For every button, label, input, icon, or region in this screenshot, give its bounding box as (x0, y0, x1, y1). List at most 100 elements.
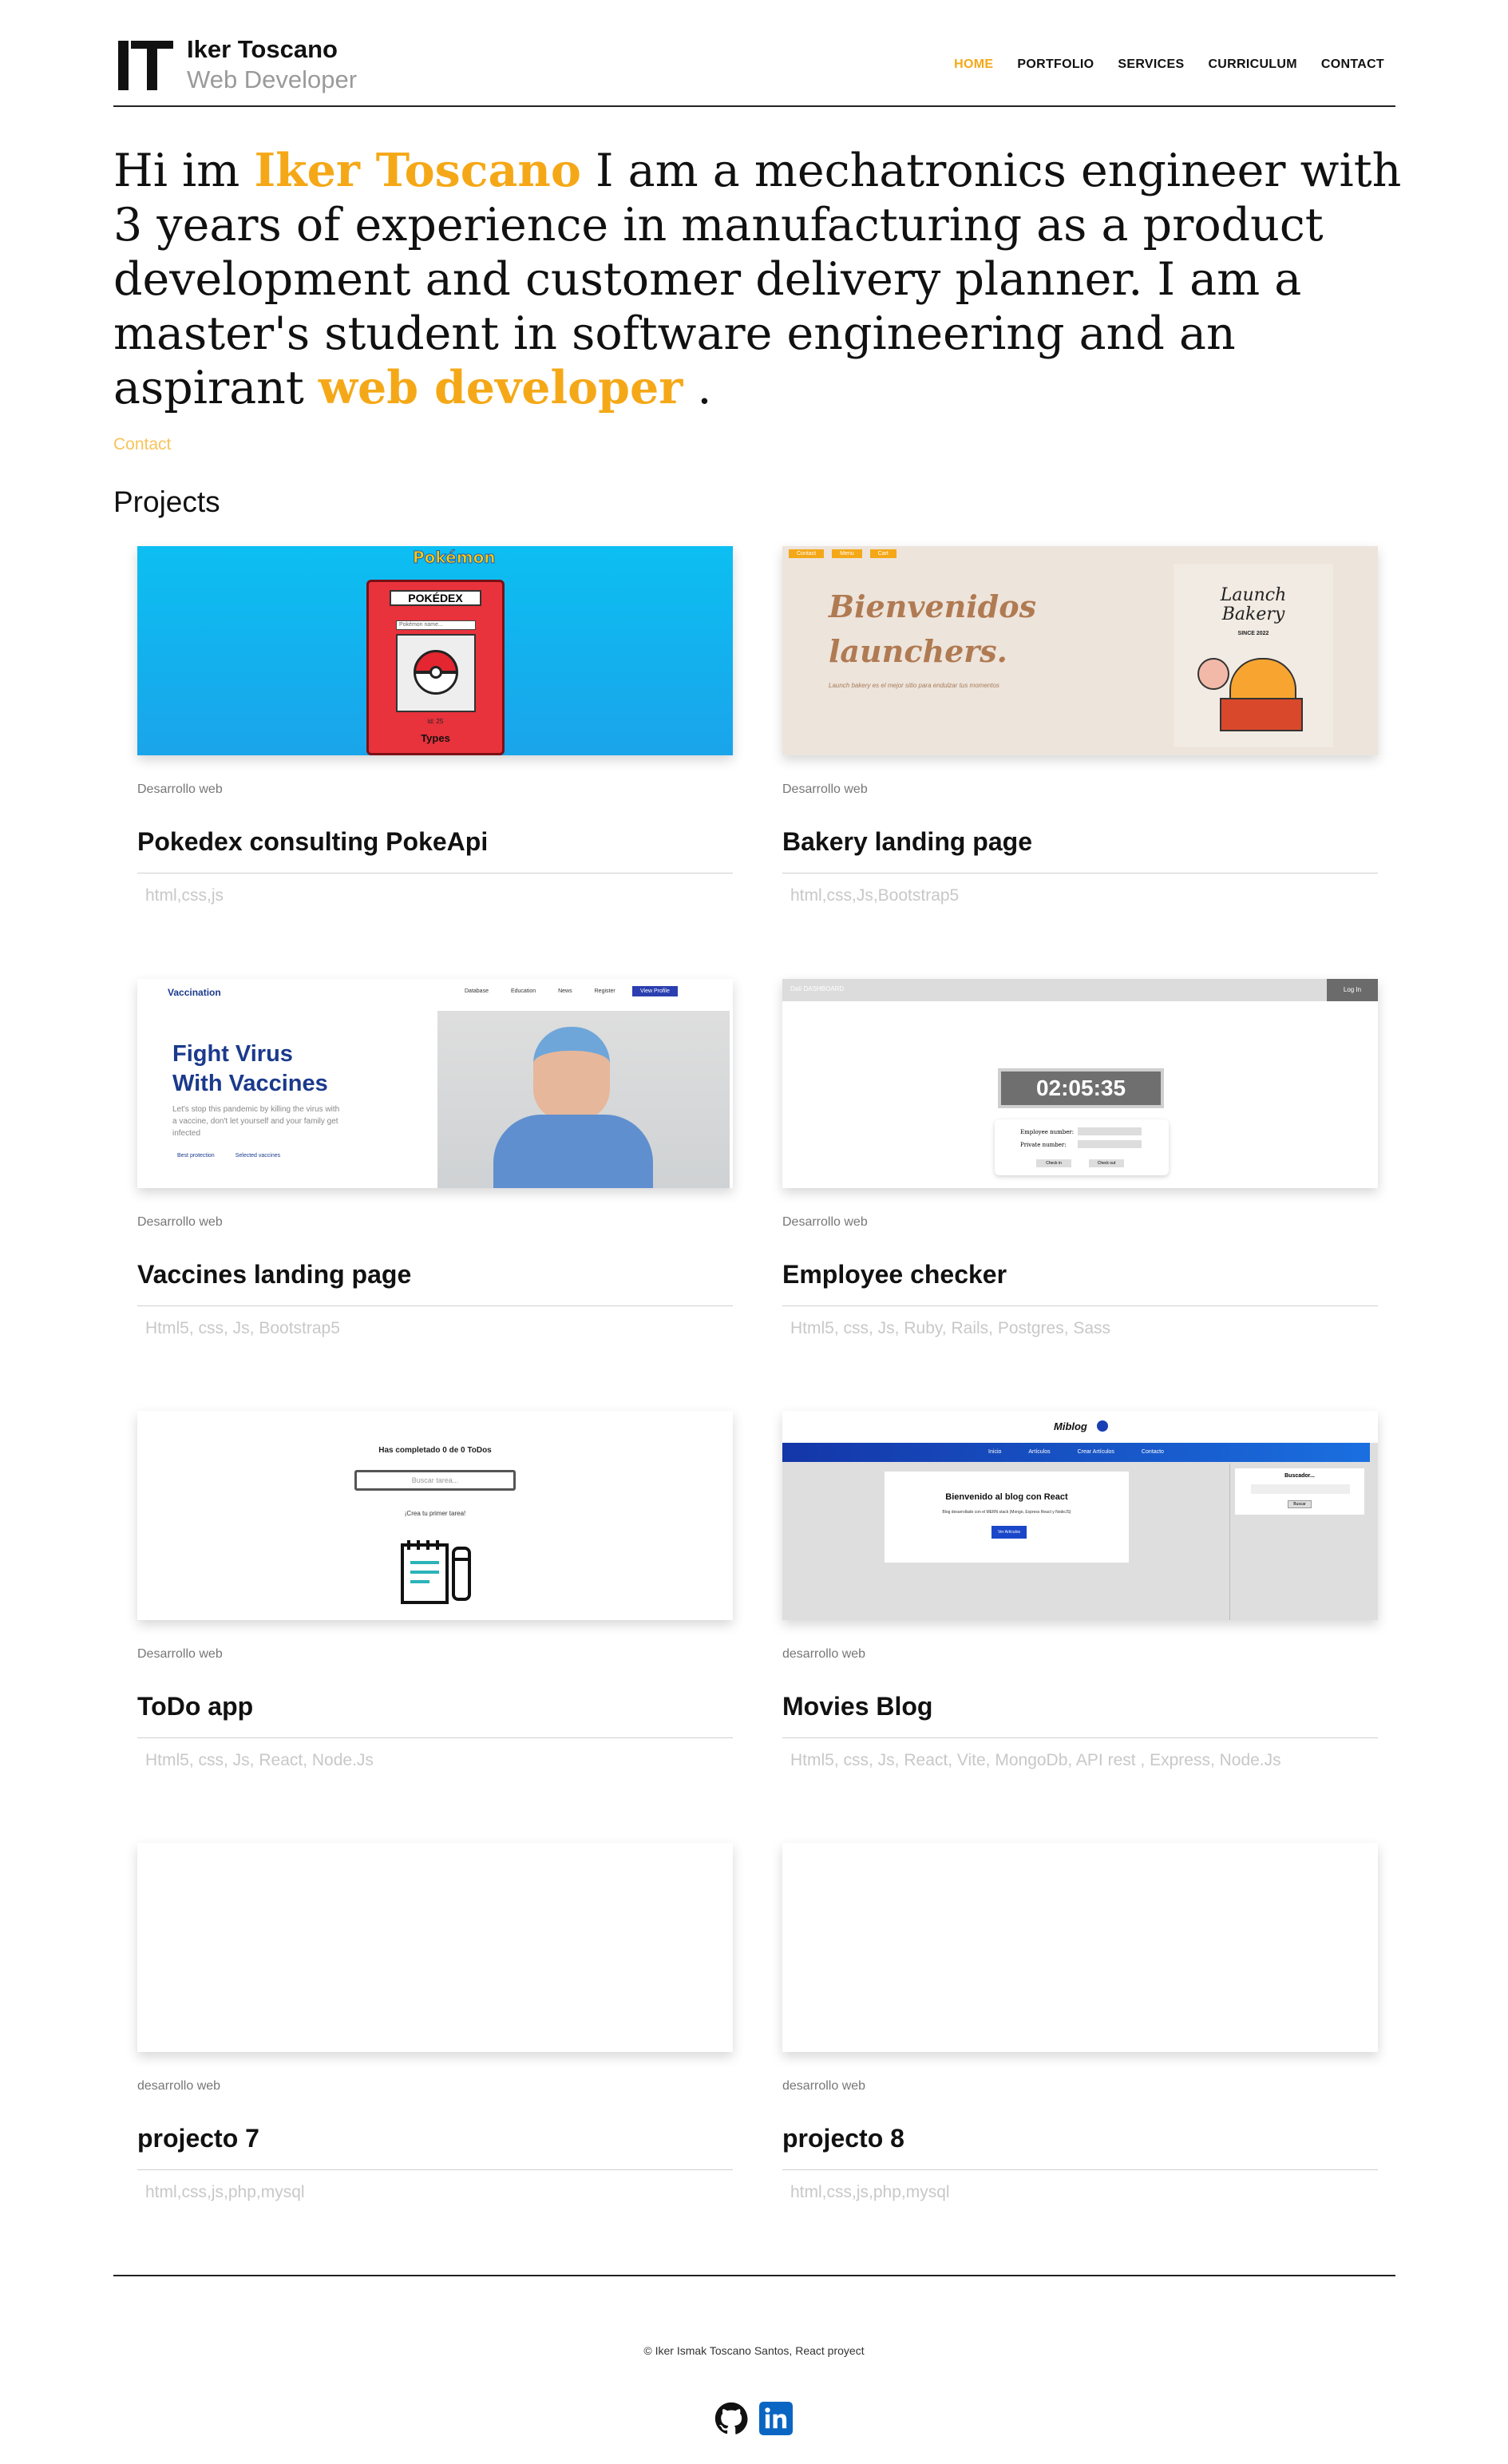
project-title[interactable]: projecto 8 (782, 2124, 1378, 2170)
blog-header: Miblog (782, 1411, 1378, 1443)
project-thumbnail-blog[interactable]: Miblog Inicio Artículos Crear Artículos … (782, 1411, 1378, 1620)
pokedex-title: POKÉDEX (390, 590, 481, 606)
logo-role: Web Developer (187, 65, 358, 93)
project-category: desarrollo web (137, 2079, 221, 2093)
social-links (714, 2402, 793, 2435)
bakery-since: SINCE 2022 (1237, 631, 1269, 636)
github-icon[interactable] (714, 2402, 748, 2435)
blog-brand: Miblog (1054, 1420, 1087, 1432)
project-thumbnail-todo[interactable]: Has completado 0 de 0 ToDos Buscar tarea… (137, 1411, 733, 1620)
cake-box-icon (1220, 698, 1303, 731)
vaccine-nav-item[interactable]: Education (511, 988, 536, 994)
project-thumbnail-bakery[interactable]: Contact Menu Cart Bienvenidos launchers.… (782, 546, 1378, 755)
project-tags: Html5, css, Js, React, Node.Js (145, 1751, 374, 1769)
doctor-body (493, 1115, 653, 1188)
blog-hero: Bienvenido al blog con React Blog desarr… (885, 1472, 1129, 1563)
bakery-heading: Bienvenidos launchers. (829, 588, 1036, 669)
blog-nav-item[interactable]: Artículos (1028, 1443, 1050, 1462)
project-title[interactable]: Bakery landing page (782, 827, 1378, 873)
pokedex-types: Types (421, 732, 450, 744)
project-tags: Html5, css, Js, Ruby, Rails, Postgres, S… (790, 1319, 1111, 1337)
pokedex-stats: id: 25 (427, 718, 444, 725)
private-number-input[interactable] (1078, 1140, 1142, 1148)
blog-nav-item[interactable]: Contacto (1142, 1443, 1164, 1462)
project-card: Contact Menu Cart Bienvenidos launchers.… (782, 546, 1378, 905)
vaccine-nav-item[interactable]: Register (595, 988, 615, 994)
bakery-nav-button[interactable]: Menu (832, 549, 862, 558)
pokemon-banner: Pokémon (413, 548, 497, 568)
employee-number-input[interactable] (1078, 1127, 1142, 1135)
employee-login-button[interactable]: Log In (1327, 979, 1378, 1001)
vaccine-nav-item[interactable]: Database (465, 988, 489, 994)
nav-curriculum[interactable]: CURRICULUM (1208, 57, 1296, 72)
logo-name: Iker Toscano (187, 35, 338, 63)
vaccine-nav: Database Education News Register (465, 988, 615, 994)
project-title[interactable]: Pokedex consulting PokeApi (137, 827, 733, 873)
project-thumbnail-empty[interactable] (137, 1843, 733, 2052)
vaccine-desc: Let's stop this pandemic by killing the … (172, 1105, 340, 1138)
check-in-button[interactable]: Check in (1036, 1159, 1071, 1167)
main-nav: HOME PORTFOLIO SERVICES CURRICULUM CONTA… (954, 57, 1384, 72)
project-card: Pokémon POKÉDEX Pokémon name... id: 25 T… (137, 546, 733, 905)
bakery-nav-button[interactable]: Contact (789, 549, 825, 558)
bakery-nav: Contact Menu Cart (789, 549, 896, 558)
nav-services[interactable]: SERVICES (1118, 57, 1184, 72)
project-thumbnail-pokedex[interactable]: Pokémon POKÉDEX Pokémon name... id: 25 T… (137, 546, 733, 755)
employee-field-label: Employee number: (1020, 1129, 1075, 1135)
vaccine-badge: Selected vaccines (235, 1153, 281, 1159)
project-title[interactable]: ToDo app (137, 1692, 733, 1738)
project-tags: html,css,js,php,mysql (145, 2183, 305, 2201)
blog-search-button[interactable]: Buscar (1288, 1500, 1312, 1508)
linkedin-icon[interactable] (759, 2402, 793, 2435)
employee-field-label: Private number: (1020, 1142, 1067, 1148)
hero-text: Hi im Iker Toscano I am a mechatronics e… (113, 144, 1407, 415)
todo-empty: ¡Crea tu primer tarea! (404, 1510, 466, 1517)
employee-topbar: Dalí DASHBOARD Log In (782, 979, 1378, 1001)
employee-brand: Dalí DASHBOARD (790, 985, 845, 992)
blog-search-box: Buscador... Buscar (1235, 1468, 1364, 1515)
logo-mark[interactable]: IT (113, 30, 174, 102)
blog-heading: Bienvenido al blog con React (945, 1492, 1068, 1502)
project-thumbnail-vaccines[interactable]: Vaccination Database Education News Regi… (137, 979, 733, 1188)
project-category: Desarrollo web (782, 1215, 868, 1229)
contact-link[interactable]: Contact (113, 435, 171, 454)
todo-search-input[interactable]: Buscar tarea... (354, 1470, 516, 1491)
employee-form: Employee number: Private number: Check i… (995, 1119, 1169, 1175)
bakery-logo-text: Launch Bakery (1220, 585, 1287, 624)
vaccine-heading: Fight Virus With Vaccines (172, 1041, 328, 1096)
pokedex-search-input[interactable]: Pokémon name... (396, 620, 476, 630)
vaccine-nav-item[interactable]: News (558, 988, 572, 994)
vaccine-badges: Best protection Selected vaccines (177, 1153, 280, 1159)
project-category: desarrollo web (782, 2079, 866, 2093)
bakery-logo: Launch Bakery SINCE 2022 (1174, 564, 1333, 747)
project-category: Desarrollo web (137, 782, 223, 796)
project-tags: Html5, css, Js, Bootstrap5 (145, 1319, 340, 1337)
todo-status: Has completado 0 de 0 ToDos (378, 1446, 492, 1455)
project-title[interactable]: Employee checker (782, 1260, 1378, 1306)
pokeball-icon (414, 650, 458, 695)
bakery-nav-button[interactable]: Cart (869, 549, 896, 558)
nav-contact[interactable]: CONTACT (1321, 57, 1384, 72)
doctor-head (533, 1027, 610, 1121)
blog-hero-button[interactable]: Ver Artículos (991, 1526, 1027, 1539)
blog-nav-item[interactable]: Crear Artículos (1078, 1443, 1114, 1462)
site-header: IT Iker Toscano Web Developer HOME PORTF… (113, 30, 1395, 107)
cup-icon (1197, 658, 1229, 690)
blog-nav-item[interactable]: Inicio (988, 1443, 1001, 1462)
project-title[interactable]: Movies Blog (782, 1692, 1378, 1738)
project-title[interactable]: projecto 7 (137, 2124, 733, 2170)
project-card: Has completado 0 de 0 ToDos Buscar tarea… (137, 1411, 733, 1770)
project-thumbnail-empty[interactable] (782, 1843, 1378, 2052)
blog-search-input[interactable] (1251, 1484, 1350, 1494)
pokedex-screen (396, 634, 476, 712)
project-title[interactable]: Vaccines landing page (137, 1260, 733, 1306)
check-out-button[interactable]: Check out (1089, 1159, 1124, 1167)
vaccine-nav-button[interactable]: View Profile (632, 986, 678, 996)
project-tags: html,css,Js,Bootstrap5 (790, 886, 960, 905)
project-card: Vaccination Database Education News Regi… (137, 979, 733, 1338)
pokedex-device: POKÉDEX Pokémon name... id: 25 Types (366, 580, 505, 755)
project-thumbnail-employee[interactable]: Dalí DASHBOARD Log In 02:05:35 Employee … (782, 979, 1378, 1188)
nav-portfolio[interactable]: PORTFOLIO (1017, 57, 1094, 72)
nav-home[interactable]: HOME (954, 57, 993, 72)
hero-intro: Hi im (113, 145, 255, 197)
